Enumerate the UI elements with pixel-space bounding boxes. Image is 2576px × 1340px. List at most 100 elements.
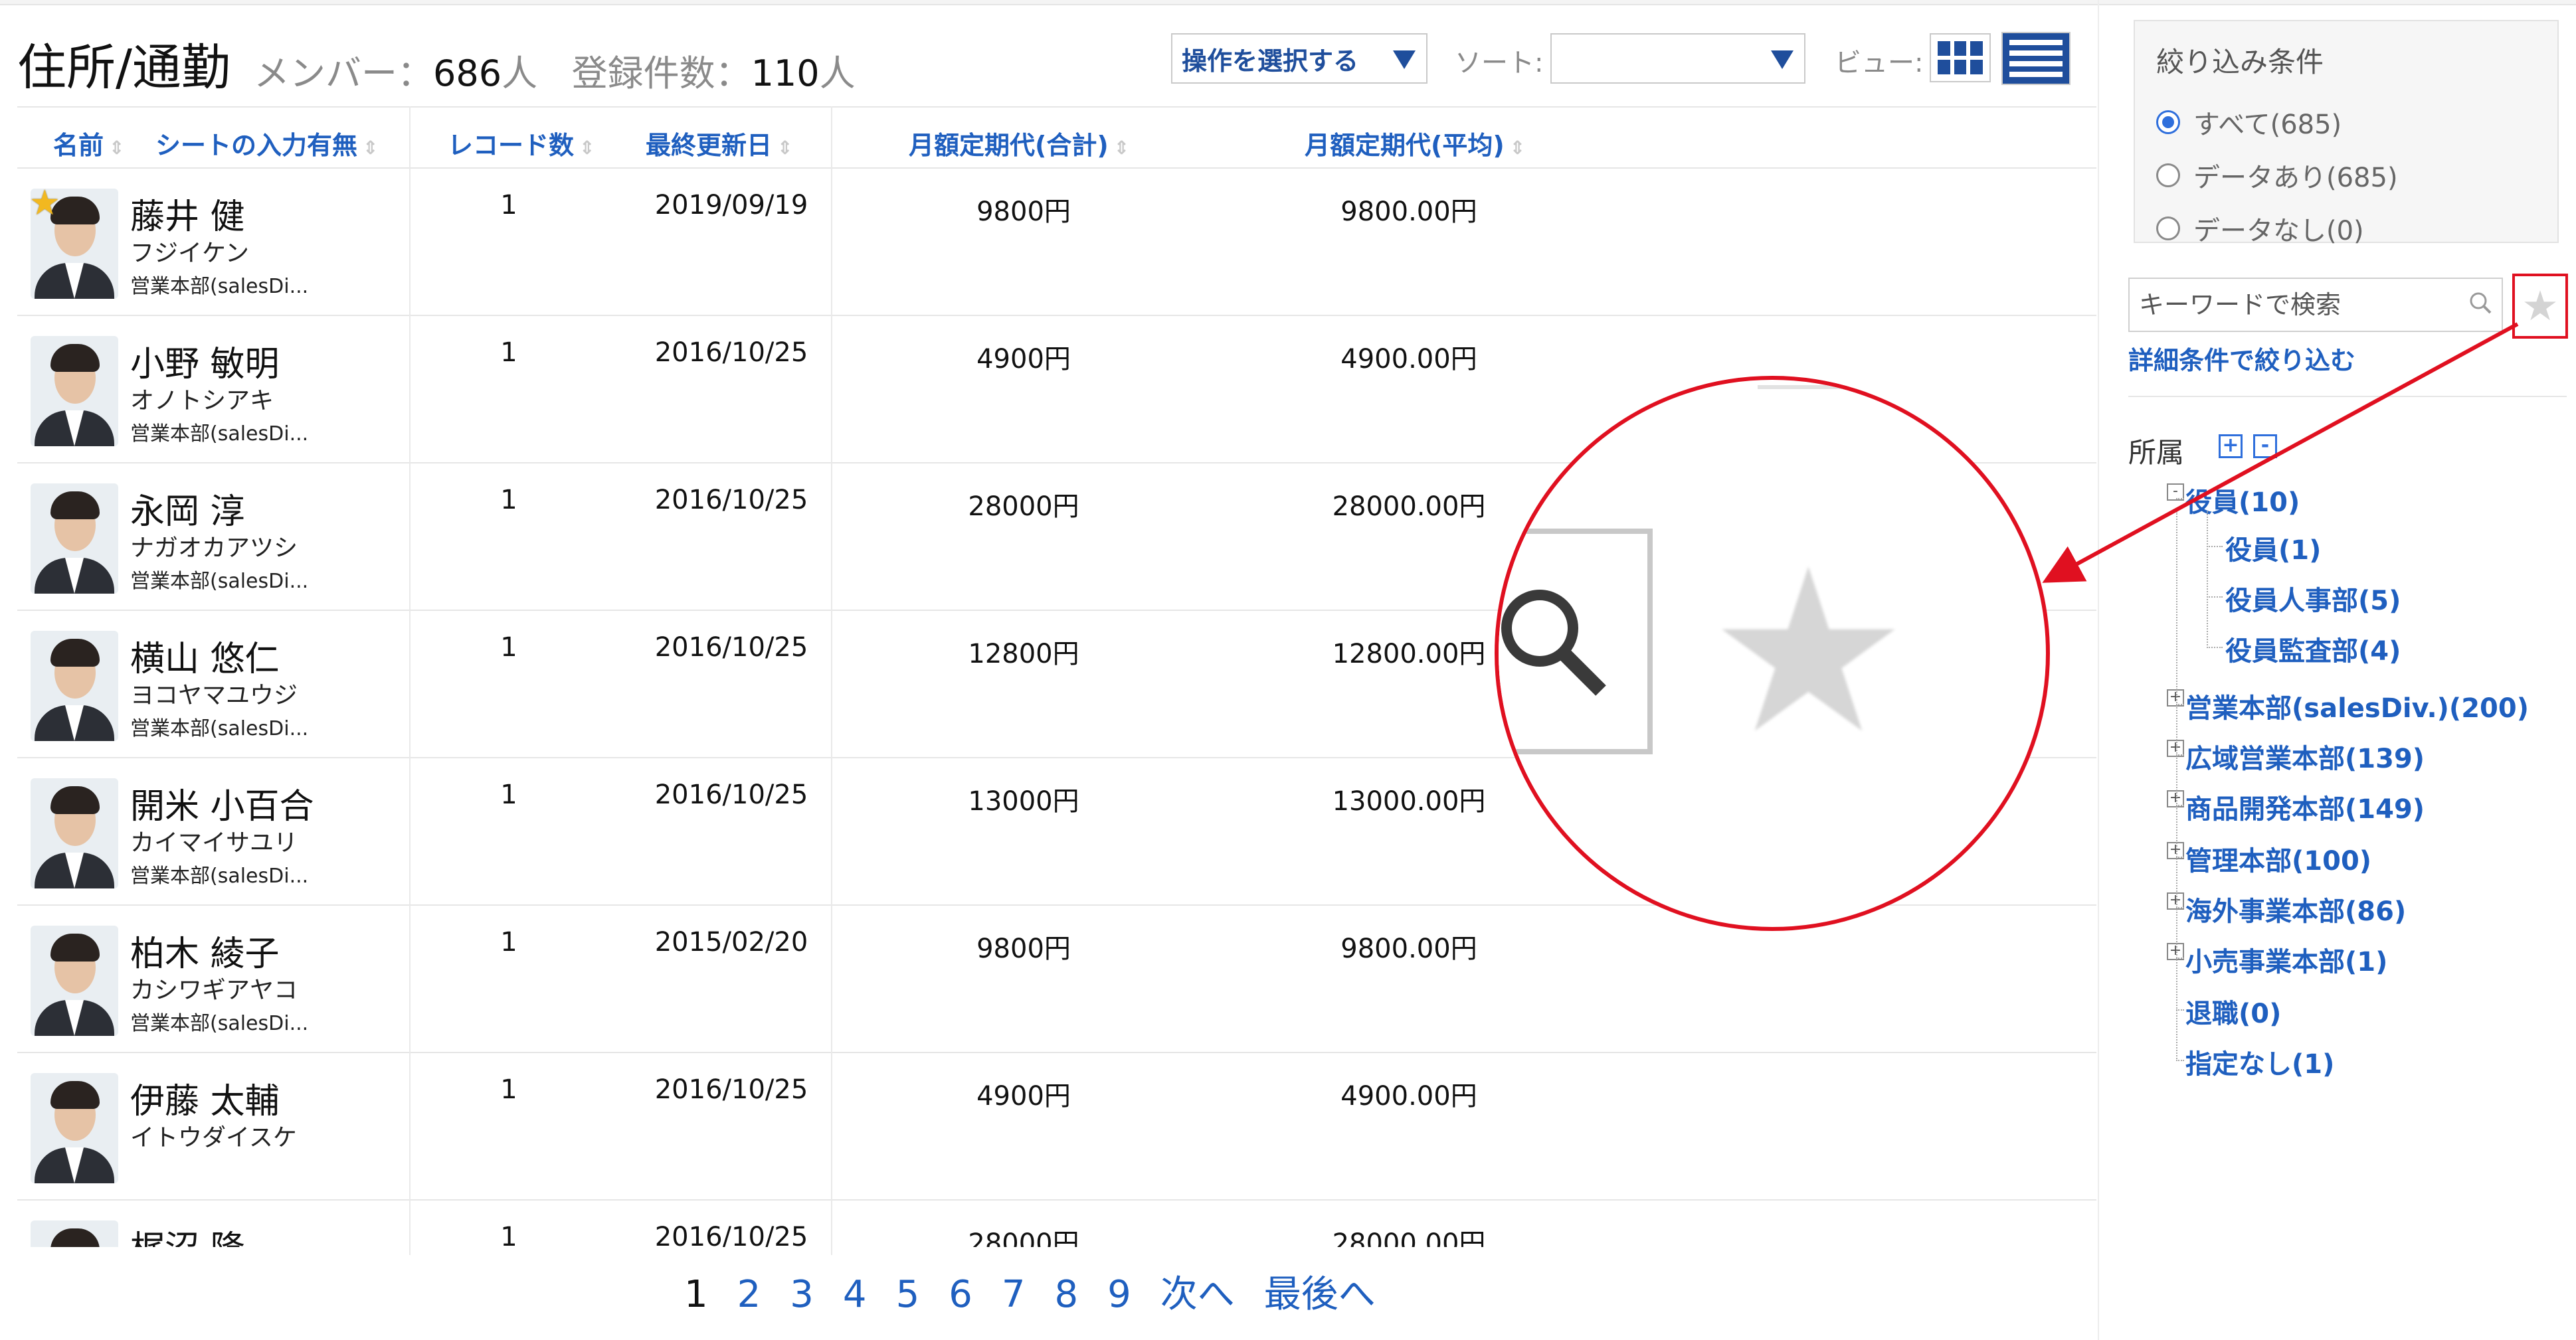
member-department: 営業本部(salesDi... bbox=[130, 865, 309, 888]
cell-updated: 2015/02/20 bbox=[654, 927, 808, 958]
column-header-sheet-status[interactable]: シートの入力有無 ⇕ bbox=[155, 125, 378, 161]
filter-option[interactable]: データなし(0) bbox=[2156, 209, 2536, 248]
chevron-down-icon bbox=[1771, 50, 1794, 69]
tree-item[interactable]: 指定なし(1) bbox=[2185, 1043, 2334, 1081]
cell-avg: 9800.00円 bbox=[1340, 934, 1477, 964]
records-label: 登録件数： bbox=[571, 52, 751, 94]
avatar[interactable] bbox=[31, 483, 118, 594]
table-row[interactable]: 伊藤 太輔 イトウダイスケ 1 2016/10/25 4900円 4900.00円 bbox=[17, 1053, 2096, 1201]
tree-item[interactable]: 役員(10) bbox=[2185, 481, 2300, 519]
member-department: 営業本部(salesDi... bbox=[130, 422, 309, 446]
member-kana: ナガオカアツシ bbox=[130, 535, 298, 562]
page-link-next[interactable]: 次へ bbox=[1160, 1264, 1235, 1318]
top-rule bbox=[0, 0, 2576, 5]
cell-updated: 2016/10/25 bbox=[654, 1074, 808, 1105]
avatar[interactable] bbox=[31, 631, 118, 741]
member-name[interactable]: 柏木 綾子 bbox=[130, 926, 280, 975]
filter-option-label: データあり(685) bbox=[2193, 163, 2398, 193]
filter-option[interactable]: データあり(685) bbox=[2156, 156, 2536, 195]
table-row[interactable]: 梶沼 隆 1 2016/10/25 28000円 28000.00円 bbox=[17, 1201, 2096, 1247]
sort-select[interactable] bbox=[1550, 33, 1805, 84]
page-link-7[interactable]: 7 bbox=[1002, 1273, 1026, 1316]
tree-item[interactable]: 海外事業本部(86) bbox=[2185, 890, 2406, 928]
member-name[interactable]: 開米 小百合 bbox=[130, 778, 314, 828]
page-link-4[interactable]: 4 bbox=[843, 1273, 867, 1316]
radio-button[interactable] bbox=[2156, 216, 2180, 240]
members-count: 686 bbox=[433, 52, 502, 94]
tree-item[interactable]: 退職(0) bbox=[2185, 992, 2281, 1031]
expand-all-button[interactable]: + bbox=[2219, 434, 2243, 458]
search-icon[interactable] bbox=[2468, 291, 2492, 315]
cell-total: 13000円 bbox=[968, 786, 1079, 817]
column-header-monthly-average[interactable]: 月額定期代(平均) ⇕ bbox=[1305, 125, 1525, 161]
favorite-filter-button[interactable]: ★ bbox=[2512, 274, 2568, 339]
table-row[interactable]: ★ 藤井 健フジイケン 営業本部(salesDi... 1 2019/09/19 9800… bbox=[17, 169, 2096, 316]
page-link-5[interactable]: 5 bbox=[896, 1273, 920, 1316]
tree-item[interactable]: 役員(1) bbox=[2225, 529, 2321, 567]
column-header-monthly-total[interactable]: 月額定期代(合計) ⇕ bbox=[909, 125, 1129, 161]
keyword-search-input[interactable] bbox=[2128, 278, 2503, 332]
cell-avg: 9800.00円 bbox=[1340, 197, 1477, 227]
cell-records: 1 bbox=[500, 632, 517, 663]
member-name[interactable]: 横山 悠仁 bbox=[130, 631, 280, 681]
members-unit: 人 bbox=[502, 52, 538, 94]
records-count: 110 bbox=[751, 52, 820, 94]
filter-option[interactable]: すべて(685) bbox=[2156, 103, 2536, 141]
cell-updated: 2016/10/25 bbox=[654, 780, 808, 810]
page-link-last[interactable]: 最後へ bbox=[1264, 1264, 1376, 1318]
page-link-1[interactable]: 1 bbox=[684, 1273, 708, 1316]
member-name[interactable]: 小野 敏明 bbox=[130, 336, 280, 386]
member-kana: フジイケン bbox=[130, 240, 249, 267]
member-name[interactable]: 梶沼 隆 bbox=[130, 1220, 245, 1247]
cell-records: 1 bbox=[500, 1222, 517, 1247]
action-select[interactable]: 操作を選択する bbox=[1171, 33, 1427, 84]
column-header-last-updated[interactable]: 最終更新日 ⇕ bbox=[646, 125, 792, 161]
page-title: 住所/通勤 bbox=[17, 39, 230, 96]
column-header-record-count[interactable]: レコード数 ⇕ bbox=[448, 125, 595, 161]
cell-avg: 28000.00円 bbox=[1332, 491, 1486, 522]
radio-button[interactable] bbox=[2156, 163, 2180, 187]
avatar[interactable] bbox=[31, 1220, 118, 1247]
tree-item[interactable]: 管理本部(100) bbox=[2185, 839, 2371, 878]
tree-item[interactable]: 役員人事部(5) bbox=[2225, 579, 2401, 618]
cell-total: 28000円 bbox=[968, 1228, 1079, 1247]
tree-item[interactable]: 商品開発本部(149) bbox=[2185, 788, 2425, 826]
avatar[interactable] bbox=[31, 336, 118, 446]
list-view-icon[interactable] bbox=[2001, 32, 2070, 85]
page-link-9[interactable]: 9 bbox=[1107, 1273, 1131, 1316]
page-link-2[interactable]: 2 bbox=[737, 1273, 761, 1316]
records-unit: 人 bbox=[819, 52, 856, 94]
member-kana: カイマイサユリ bbox=[130, 829, 298, 857]
tree-item[interactable]: 役員監査部(4) bbox=[2225, 629, 2401, 668]
filter-panel: 絞り込み条件 すべて(685) データあり(685) データなし(0) bbox=[2134, 20, 2559, 246]
cell-records: 1 bbox=[500, 780, 517, 810]
avatar[interactable] bbox=[31, 778, 118, 888]
cell-total: 4900円 bbox=[976, 344, 1071, 375]
member-department: 営業本部(salesDi... bbox=[130, 717, 309, 740]
page-link-3[interactable]: 3 bbox=[790, 1273, 814, 1316]
avatar[interactable] bbox=[31, 926, 118, 1036]
members-label: メンバー： bbox=[254, 52, 433, 94]
filter-options: すべて(685) データあり(685) データなし(0) bbox=[2156, 103, 2536, 248]
cell-avg: 4900.00円 bbox=[1340, 344, 1477, 375]
tree-item[interactable]: 営業本部(salesDiv.)(200) bbox=[2185, 687, 2529, 725]
member-name[interactable]: 永岡 淳 bbox=[130, 483, 245, 533]
avatar[interactable] bbox=[31, 1073, 118, 1183]
member-name[interactable]: 藤井 健 bbox=[130, 189, 245, 238]
page-link-8[interactable]: 8 bbox=[1054, 1273, 1078, 1316]
tree-item[interactable]: 小売事業本部(1) bbox=[2185, 940, 2387, 979]
cell-total: 4900円 bbox=[976, 1081, 1071, 1112]
detail-filter-link[interactable]: 詳細条件で絞り込む bbox=[2128, 340, 2355, 377]
radio-button[interactable] bbox=[2156, 110, 2180, 134]
cell-avg: 28000.00円 bbox=[1332, 1228, 1486, 1247]
page-link-6[interactable]: 6 bbox=[949, 1273, 972, 1316]
member-name[interactable]: 伊藤 太輔 bbox=[130, 1073, 280, 1123]
cell-records: 1 bbox=[500, 1074, 517, 1105]
grid-view-icon[interactable] bbox=[1930, 33, 1991, 82]
column-header-name[interactable]: 名前 ⇕ bbox=[53, 125, 124, 161]
cell-records: 1 bbox=[500, 485, 517, 515]
collapse-all-button[interactable]: - bbox=[2253, 434, 2277, 458]
tree-label: 所属 bbox=[2128, 436, 2185, 469]
tree-item[interactable]: 広域営業本部(139) bbox=[2185, 737, 2425, 776]
cell-updated: 2016/10/25 bbox=[654, 1222, 808, 1247]
